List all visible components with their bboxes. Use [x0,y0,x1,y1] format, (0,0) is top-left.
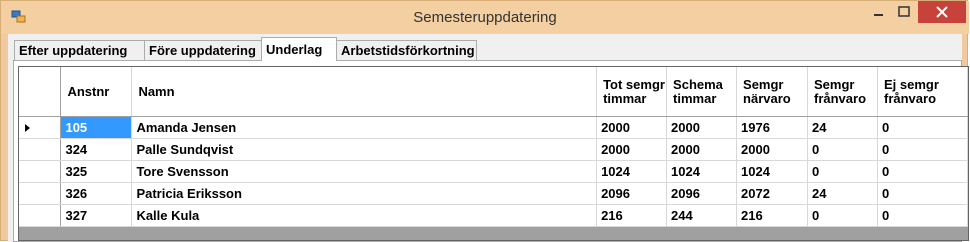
row-header[interactable] [19,182,62,205]
column-header-tot-semgr-timmar[interactable]: Tot semgr timmar [596,67,668,117]
table-row[interactable]: 324 Palle Sundqvist 2000 2000 2000 0 0 [19,138,968,161]
row-header-corner[interactable] [19,67,62,117]
cell-franvaro[interactable]: 24 [807,182,878,205]
column-header-namn[interactable]: Namn [131,67,598,117]
cell-ej[interactable]: 0 [877,160,968,183]
title-bar[interactable]: Semesteruppdatering [1,1,969,34]
cell-franvaro[interactable]: 0 [807,160,878,183]
column-header-semgr-narvaro[interactable]: Semgr närvaro [736,67,808,117]
minimize-button[interactable] [866,1,890,23]
cell-ej[interactable]: 0 [877,204,968,227]
cell-franvaro[interactable]: 24 [807,116,878,139]
header-row: Anstnr Namn Tot semgr timmar Schema timm… [19,67,968,117]
cell-anstnr[interactable]: 326 [60,182,133,205]
data-grid[interactable]: Anstnr Namn Tot semgr timmar Schema timm… [18,66,969,241]
row-header[interactable] [19,204,62,227]
cell-anstnr[interactable]: 324 [60,138,133,161]
cell-tot[interactable]: 2096 [596,182,668,205]
cell-schema[interactable]: 2000 [666,116,738,139]
column-header-semgr-franvaro[interactable]: Semgr frånvaro [807,67,878,117]
cell-ej[interactable]: 0 [877,116,968,139]
cell-narvaro[interactable]: 2000 [736,138,808,161]
cell-namn[interactable]: Tore Svensson [131,160,598,183]
cell-narvaro[interactable]: 2072 [736,182,808,205]
table-row[interactable]: 326 Patricia Eriksson 2096 2096 2072 24 … [19,182,968,205]
row-header[interactable] [19,138,62,161]
column-header-ej-semgr-franvaro[interactable]: Ej semgr frånvaro [877,67,968,117]
cell-ej[interactable]: 0 [877,138,968,161]
column-header-schema-timmar[interactable]: Schema timmar [666,67,738,117]
cell-anstnr[interactable]: 105 [60,116,133,139]
tab-efter-uppdatering[interactable]: Efter uppdatering [14,40,145,60]
cell-anstnr[interactable]: 325 [60,160,133,183]
cell-schema[interactable]: 2000 [666,138,738,161]
tab-underlag[interactable]: Underlag [261,37,337,61]
cell-tot[interactable]: 2000 [596,138,668,161]
cell-schema[interactable]: 2096 [666,182,738,205]
cell-narvaro[interactable]: 1024 [736,160,808,183]
cell-namn[interactable]: Palle Sundqvist [131,138,598,161]
cell-namn[interactable]: Patricia Eriksson [131,182,598,205]
row-header[interactable] [19,160,62,183]
data-table: Anstnr Namn Tot semgr timmar Schema timm… [19,67,968,227]
table-row[interactable]: 105 Amanda Jensen 2000 2000 1976 24 0 [19,116,968,139]
cell-franvaro[interactable]: 0 [807,138,878,161]
current-row-arrow-icon [25,124,30,132]
cell-tot[interactable]: 2000 [596,116,668,139]
cell-ej[interactable]: 0 [877,182,968,205]
cell-schema[interactable]: 244 [666,204,738,227]
tab-fore-uppdatering[interactable]: Före uppdatering [144,40,262,60]
window-title: Semesteruppdatering [413,9,557,26]
cell-namn[interactable]: Kalle Kula [131,204,598,227]
table-row[interactable]: 325 Tore Svensson 1024 1024 1024 0 0 [19,160,968,183]
cell-narvaro[interactable]: 1976 [736,116,808,139]
cell-anstnr[interactable]: 327 [60,204,133,227]
tab-arbetstidsforkortning[interactable]: Arbetstidsförkortning [336,40,477,60]
cell-franvaro[interactable]: 0 [807,204,878,227]
cell-schema[interactable]: 1024 [666,160,738,183]
close-button[interactable] [918,1,966,23]
maximize-button[interactable] [892,1,916,23]
column-header-anstnr[interactable]: Anstnr [60,67,133,117]
cell-namn[interactable]: Amanda Jensen [131,116,598,139]
cell-tot[interactable]: 1024 [596,160,668,183]
table-row[interactable]: 327 Kalle Kula 216 244 216 0 0 [19,204,968,227]
cell-tot[interactable]: 216 [596,204,668,227]
cell-narvaro[interactable]: 216 [736,204,808,227]
row-header[interactable] [19,116,62,139]
